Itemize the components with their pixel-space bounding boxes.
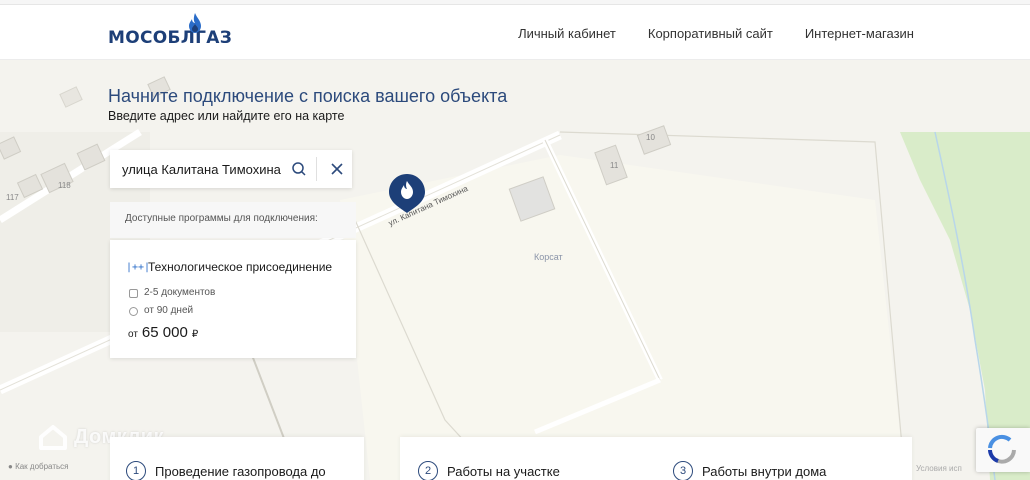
recaptcha-badge[interactable] (976, 428, 1030, 472)
page-title: Начните подключение с поиска вашего объе… (108, 86, 508, 106)
step-label: Проведение газопровода до (155, 463, 326, 479)
program-duration: от 90 дней (144, 305, 194, 316)
step-number: 2 (418, 461, 438, 480)
program-documents: 2-5 документов (144, 287, 216, 298)
step-1[interactable]: 1 Проведение газопровода до (126, 461, 326, 480)
program-title: Технологическое присоединение (148, 260, 333, 274)
connection-icon: |++| (126, 262, 151, 273)
price-prefix: от (128, 329, 138, 340)
recaptcha-icon (988, 434, 1016, 464)
house-number-117: 117 (6, 193, 19, 202)
search-divider (316, 157, 317, 181)
map-terms-link[interactable]: Условия исп (916, 464, 962, 473)
route-link[interactable]: ● Как добраться (8, 462, 68, 471)
nav-personal-account[interactable]: Личный кабинет (518, 26, 616, 41)
program-card[interactable]: |++| Технологическое присоединение 2-5 д… (110, 240, 356, 358)
programs-label: Доступные программы для подключения: (110, 202, 356, 238)
top-nav: Личный кабинет Корпоративный сайт Интерн… (518, 5, 914, 61)
step-2[interactable]: 2 Работы на участке (418, 461, 560, 480)
search-icon[interactable] (290, 160, 308, 178)
program-price: от 65 000 ₽ (128, 324, 198, 341)
step-number: 3 (673, 461, 693, 480)
house-number-11: 11 (610, 161, 619, 170)
route-link-text: Как добраться (15, 462, 69, 471)
clock-icon (129, 307, 138, 316)
close-icon[interactable] (328, 160, 346, 178)
page-subtitle: Введите адрес или найдите его на карте (108, 109, 345, 123)
step-label: Работы на участке (447, 463, 560, 479)
price-amount: 65 000 (141, 324, 188, 341)
nav-online-store[interactable]: Интернет-магазин (805, 26, 914, 41)
header: МОСОБЛГАЗ Личный кабинет Корпоративный с… (0, 4, 1030, 60)
search-input[interactable] (122, 161, 288, 177)
home-icon (39, 425, 67, 450)
price-currency: ₽ (191, 329, 199, 340)
document-icon (129, 289, 138, 298)
logo-text: МОСОБЛГАЗ (108, 28, 233, 48)
flame-icon (189, 13, 201, 33)
logo[interactable]: МОСОБЛГАЗ (108, 13, 232, 53)
step-number: 1 (126, 461, 146, 480)
place-label: Корсат (534, 252, 563, 262)
house-number-10: 10 (646, 133, 655, 142)
address-search (110, 150, 352, 188)
step-label: Работы внутри дома (702, 463, 827, 479)
step-3[interactable]: 3 Работы внутри дома (673, 461, 826, 480)
house-number-118: 118 (58, 181, 71, 190)
nav-corporate-site[interactable]: Корпоративный сайт (648, 26, 773, 41)
map-pin-icon[interactable] (386, 172, 428, 214)
